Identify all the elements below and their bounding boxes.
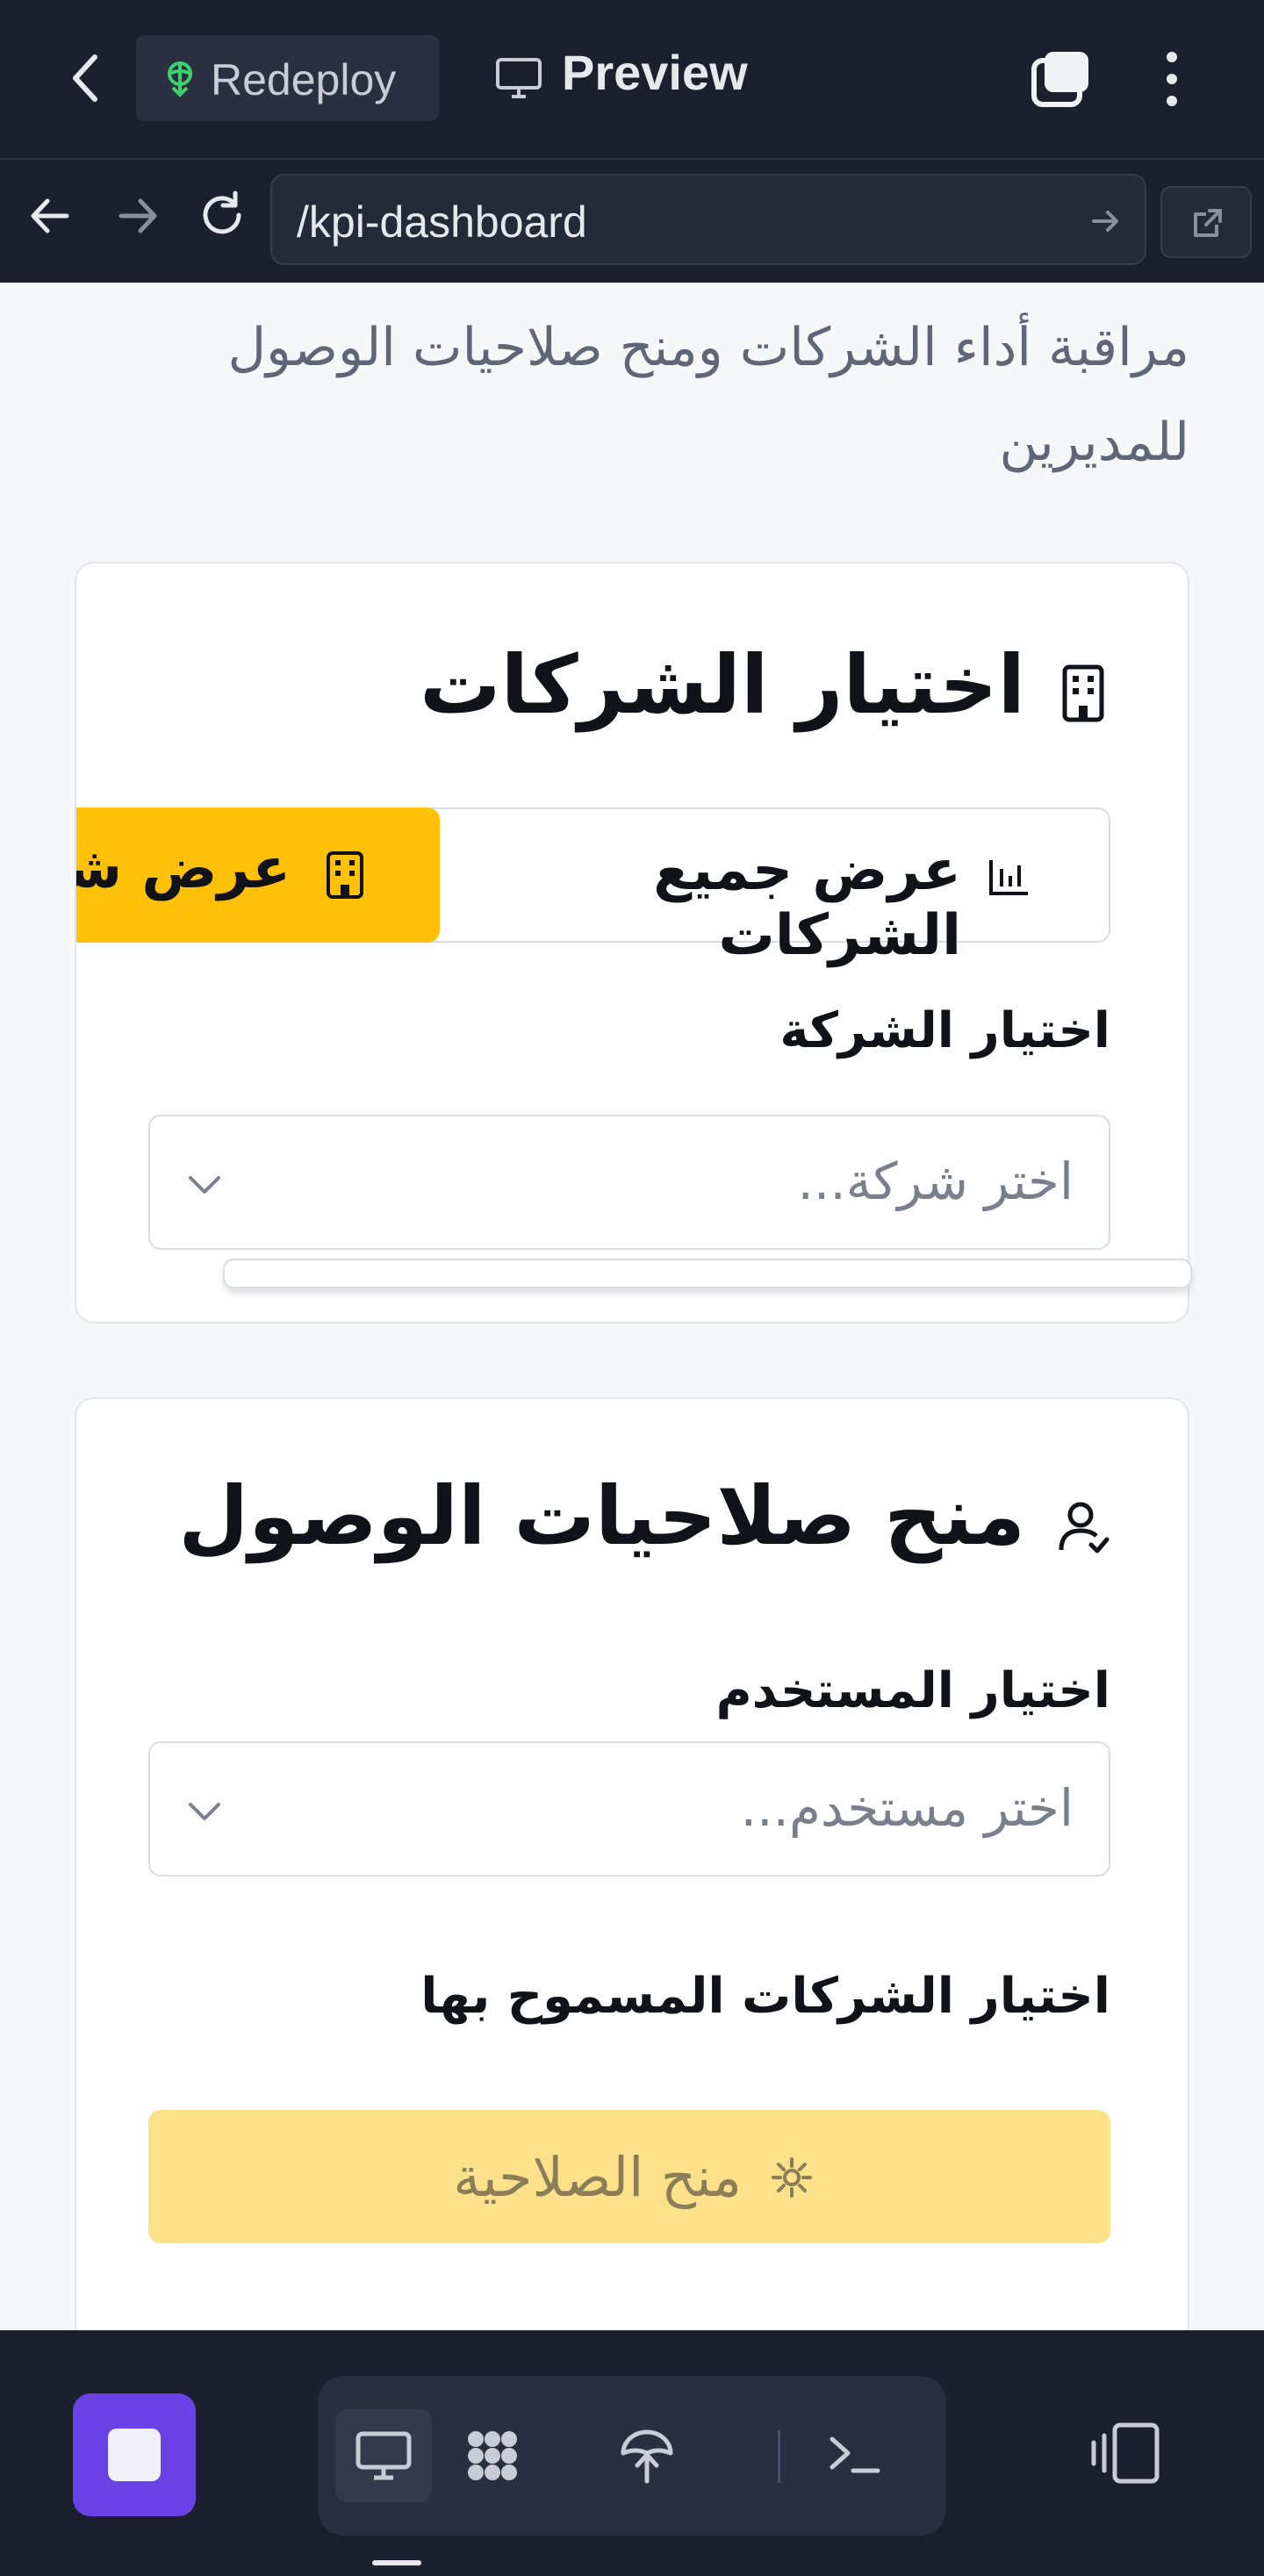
chevron-down-icon xyxy=(189,1176,220,1194)
terminal-icon xyxy=(830,2436,880,2473)
browser-navbar: /kpi-dashboard xyxy=(0,158,1264,283)
arrow-left-icon[interactable] xyxy=(25,190,75,241)
settings-icon xyxy=(772,2157,812,2198)
reload-icon[interactable] xyxy=(195,188,249,242)
monitor-icon xyxy=(496,58,542,98)
redeploy-icon xyxy=(168,61,192,97)
open-external-button[interactable] xyxy=(1160,186,1252,258)
workspace-dock xyxy=(318,2376,946,2536)
user-check-icon xyxy=(1059,1502,1110,1553)
terminal-tab[interactable] xyxy=(806,2409,902,2502)
show-all-label: عرض جميع الشركات xyxy=(653,838,961,968)
stop-button[interactable] xyxy=(73,2393,196,2516)
desktop-tab[interactable] xyxy=(335,2409,432,2502)
user-select-placeholder: اختر مستخدم... xyxy=(740,1778,1074,1838)
show-all-companies-button[interactable]: عرض جميع الشركات xyxy=(413,807,1110,968)
apps-tab[interactable] xyxy=(444,2409,541,2502)
grant-access-button[interactable]: منح الصلاحية xyxy=(148,2110,1110,2243)
grant-access-label: منح الصلاحية xyxy=(453,2145,742,2209)
chevron-down-icon xyxy=(189,1803,220,1820)
redeploy-button[interactable]: Redeploy xyxy=(136,35,439,121)
app-header: Redeploy Preview xyxy=(0,0,1264,158)
allowed-companies-label: اختيار الشركات المسموح بها xyxy=(420,1968,1110,2025)
preview-title[interactable]: Preview xyxy=(562,44,748,101)
home-indicator xyxy=(372,2560,421,2565)
redeploy-label: Redeploy xyxy=(211,55,397,104)
company-select[interactable]: اختر شركة... xyxy=(148,1115,1110,1250)
company-dropdown-list[interactable] xyxy=(223,1259,1192,1288)
arrow-right-icon[interactable] xyxy=(112,190,163,241)
url-bar[interactable]: /kpi-dashboard xyxy=(270,174,1146,265)
back-chevron-icon[interactable] xyxy=(61,48,111,108)
panel-toggle-icon[interactable] xyxy=(1088,2418,1164,2488)
show-company-label: عرض شركة xyxy=(76,836,291,901)
tabs-icon[interactable] xyxy=(1029,48,1094,110)
building-icon xyxy=(327,851,363,899)
companies-card: اختيار الشركات عرض جميع الشركات عرض شركة… xyxy=(75,562,1189,1324)
user-select[interactable]: اختر مستخدم... xyxy=(148,1741,1110,1876)
companies-title: اختيار الشركات xyxy=(420,638,1025,732)
access-title: منح صلاحيات الوصول xyxy=(178,1469,1025,1563)
company-select-label: اختيار الشركة xyxy=(779,1002,1110,1059)
stop-icon xyxy=(108,2429,161,2481)
user-select-label: اختيار المستخدم xyxy=(715,1662,1110,1719)
browser-topbar: Redeploy Preview xyxy=(0,0,1264,158)
access-card: منح صلاحيات الوصول اختيار المستخدم اختر … xyxy=(75,1397,1189,2345)
apps-icon xyxy=(468,2431,517,2480)
go-arrow-icon[interactable] xyxy=(1088,204,1124,239)
page-subtitle: مراقبة أداء الشركات ومنح صلاحيات الوصول … xyxy=(227,317,1189,473)
url-text[interactable]: /kpi-dashboard xyxy=(297,197,587,248)
company-select-placeholder: اختر شركة... xyxy=(797,1152,1074,1211)
dock-separator xyxy=(778,2430,780,2483)
deploy-icon xyxy=(621,2429,673,2484)
deploy-tab[interactable] xyxy=(599,2409,695,2502)
page-content: مراقبة أداء الشركات ومنح صلاحيات الوصول … xyxy=(0,283,1264,2345)
workspace-toolbar xyxy=(0,2330,1264,2576)
show-company-button[interactable]: عرض شركة xyxy=(76,807,440,943)
bar-chart-icon xyxy=(989,860,1028,895)
more-vertical-icon[interactable] xyxy=(1150,48,1194,110)
building-icon xyxy=(1062,664,1104,722)
desktop-icon xyxy=(356,2431,412,2480)
external-link-icon xyxy=(1194,209,1222,237)
